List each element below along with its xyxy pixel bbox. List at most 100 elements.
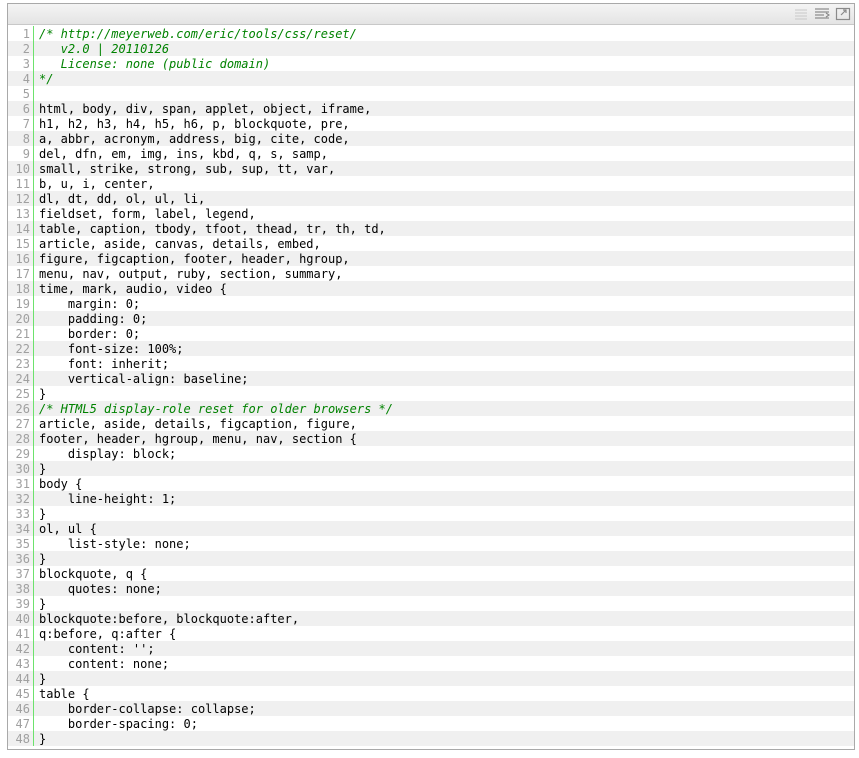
line-number: 44 — [15, 671, 30, 686]
code-text: a, abbr, acronym, address, big, cite, co… — [39, 131, 350, 146]
code-line: 1 /* http://meyerweb.com/eric/tools/css/r… — [8, 26, 854, 41]
code-line: 40 blockquote:before, blockquote:after, — [8, 611, 854, 626]
code-text: vertical-align: baseline; — [39, 371, 249, 386]
line-number: 7 — [22, 116, 30, 131]
code-text: display: block; — [39, 446, 177, 461]
gutter-divider — [33, 401, 34, 416]
line-number: 43 — [15, 656, 30, 671]
gutter-divider — [33, 461, 34, 476]
code-text: list-style: none; — [39, 536, 191, 551]
gutter-divider — [33, 476, 34, 491]
gutter-divider — [33, 101, 34, 116]
code-text: margin: 0; — [39, 296, 141, 311]
line-number: 45 — [15, 686, 30, 701]
code-line: 18 time, mark, audio, video { — [8, 281, 854, 296]
gutter-divider — [33, 191, 34, 206]
code-text: border-spacing: 0; — [39, 716, 198, 731]
code-text: } — [39, 506, 47, 521]
line-number: 19 — [15, 296, 30, 311]
line-number: 12 — [15, 191, 30, 206]
line-number: 5 — [22, 86, 30, 101]
code-line: 16 figure, figcaption, footer, header, hg… — [8, 251, 854, 266]
code-text: border-collapse: collapse; — [39, 701, 256, 716]
code-line: 44} — [8, 671, 854, 686]
code-text: } — [39, 671, 47, 686]
copy-to-clipboard-icon[interactable] — [814, 7, 830, 21]
code-line: 46 border-collapse: collapse; — [8, 701, 854, 716]
code-line: 28 footer, header, hgroup, menu, nav, sec… — [8, 431, 854, 446]
code-listing: 1 /* http://meyerweb.com/eric/tools/css/r… — [8, 26, 854, 746]
code-text: dl, dt, dd, ol, ul, li, — [39, 191, 206, 206]
line-number: 20 — [15, 311, 30, 326]
line-number: 42 — [15, 641, 30, 656]
line-number: 10 — [15, 161, 30, 176]
code-text: h1, h2, h3, h4, h5, h6, p, blockquote, p… — [39, 116, 350, 131]
gutter-divider — [33, 86, 34, 101]
gutter-divider — [33, 236, 34, 251]
gutter-divider — [33, 506, 34, 521]
line-number: 15 — [15, 236, 30, 251]
gutter-divider — [33, 686, 34, 701]
code-line: 21 border: 0; — [8, 326, 854, 341]
code-line: 27 article, aside, details, figcaption, f… — [8, 416, 854, 431]
line-number: 26 — [15, 401, 30, 416]
line-number: 23 — [15, 356, 30, 371]
code-text: html, body, div, span, applet, object, i… — [39, 101, 372, 116]
gutter-divider — [33, 491, 34, 506]
line-number: 22 — [15, 341, 30, 356]
line-number: 46 — [15, 701, 30, 716]
gutter-divider — [33, 176, 34, 191]
code-text: table { — [39, 686, 90, 701]
code-line: 15 article, aside, canvas, details, embed… — [8, 236, 854, 251]
code-line: 13 fieldset, form, label, legend, — [8, 206, 854, 221]
gutter-divider — [33, 221, 34, 236]
line-number: 1 — [22, 26, 30, 41]
gutter-divider — [33, 161, 34, 176]
code-line: 25} — [8, 386, 854, 401]
code-text: font: inherit; — [39, 356, 170, 371]
code-line: 29 display: block; — [8, 446, 854, 461]
code-line: 35 list-style: none; — [8, 536, 854, 551]
gutter-divider — [33, 266, 34, 281]
line-number: 24 — [15, 371, 30, 386]
line-number: 32 — [15, 491, 30, 506]
line-number: 14 — [15, 221, 30, 236]
gutter-divider — [33, 26, 34, 41]
code-line: 20 padding: 0; — [8, 311, 854, 326]
code-line: 19 margin: 0; — [8, 296, 854, 311]
code-line: 6 html, body, div, span, applet, object, … — [8, 101, 854, 116]
view-source-icon[interactable] — [793, 7, 809, 21]
code-line: 26 /* HTML5 display-role reset for older … — [8, 401, 854, 416]
line-number: 38 — [15, 581, 30, 596]
line-number: 29 — [15, 446, 30, 461]
code-line: 12 dl, dt, dd, ol, ul, li, — [8, 191, 854, 206]
code-text: content: none; — [39, 656, 170, 671]
code-text: body { — [39, 476, 83, 491]
line-number: 39 — [15, 596, 30, 611]
code-text: line-height: 1; — [39, 491, 177, 506]
gutter-divider — [33, 281, 34, 296]
code-text: border: 0; — [39, 326, 141, 341]
code-text: } — [39, 386, 47, 401]
code-comment: */ — [39, 71, 54, 86]
code-text: blockquote, q { — [39, 566, 148, 581]
code-text: quotes: none; — [39, 581, 162, 596]
code-text: q:before, q:after { — [39, 626, 177, 641]
line-number: 11 — [15, 176, 30, 191]
line-number: 4 — [22, 71, 30, 86]
code-line: 8 a, abbr, acronym, address, big, cite, c… — [8, 131, 854, 146]
code-line: 30} — [8, 461, 854, 476]
print-icon[interactable] — [835, 7, 851, 21]
line-number: 17 — [15, 266, 30, 281]
line-number: 37 — [15, 566, 30, 581]
line-number: 6 — [22, 101, 30, 116]
code-text: } — [39, 731, 47, 746]
gutter-divider — [33, 551, 34, 566]
code-line: 33} — [8, 506, 854, 521]
line-number: 30 — [15, 461, 30, 476]
code-line: 9 del, dfn, em, img, ins, kbd, q, s, samp… — [8, 146, 854, 161]
code-comment: /* http://meyerweb.com/eric/tools/css/re… — [39, 26, 357, 41]
code-text: article, aside, canvas, details, embed, — [39, 236, 321, 251]
code-line: 10 small, strike, strong, sub, sup, tt, v… — [8, 161, 854, 176]
code-text: padding: 0; — [39, 311, 148, 326]
